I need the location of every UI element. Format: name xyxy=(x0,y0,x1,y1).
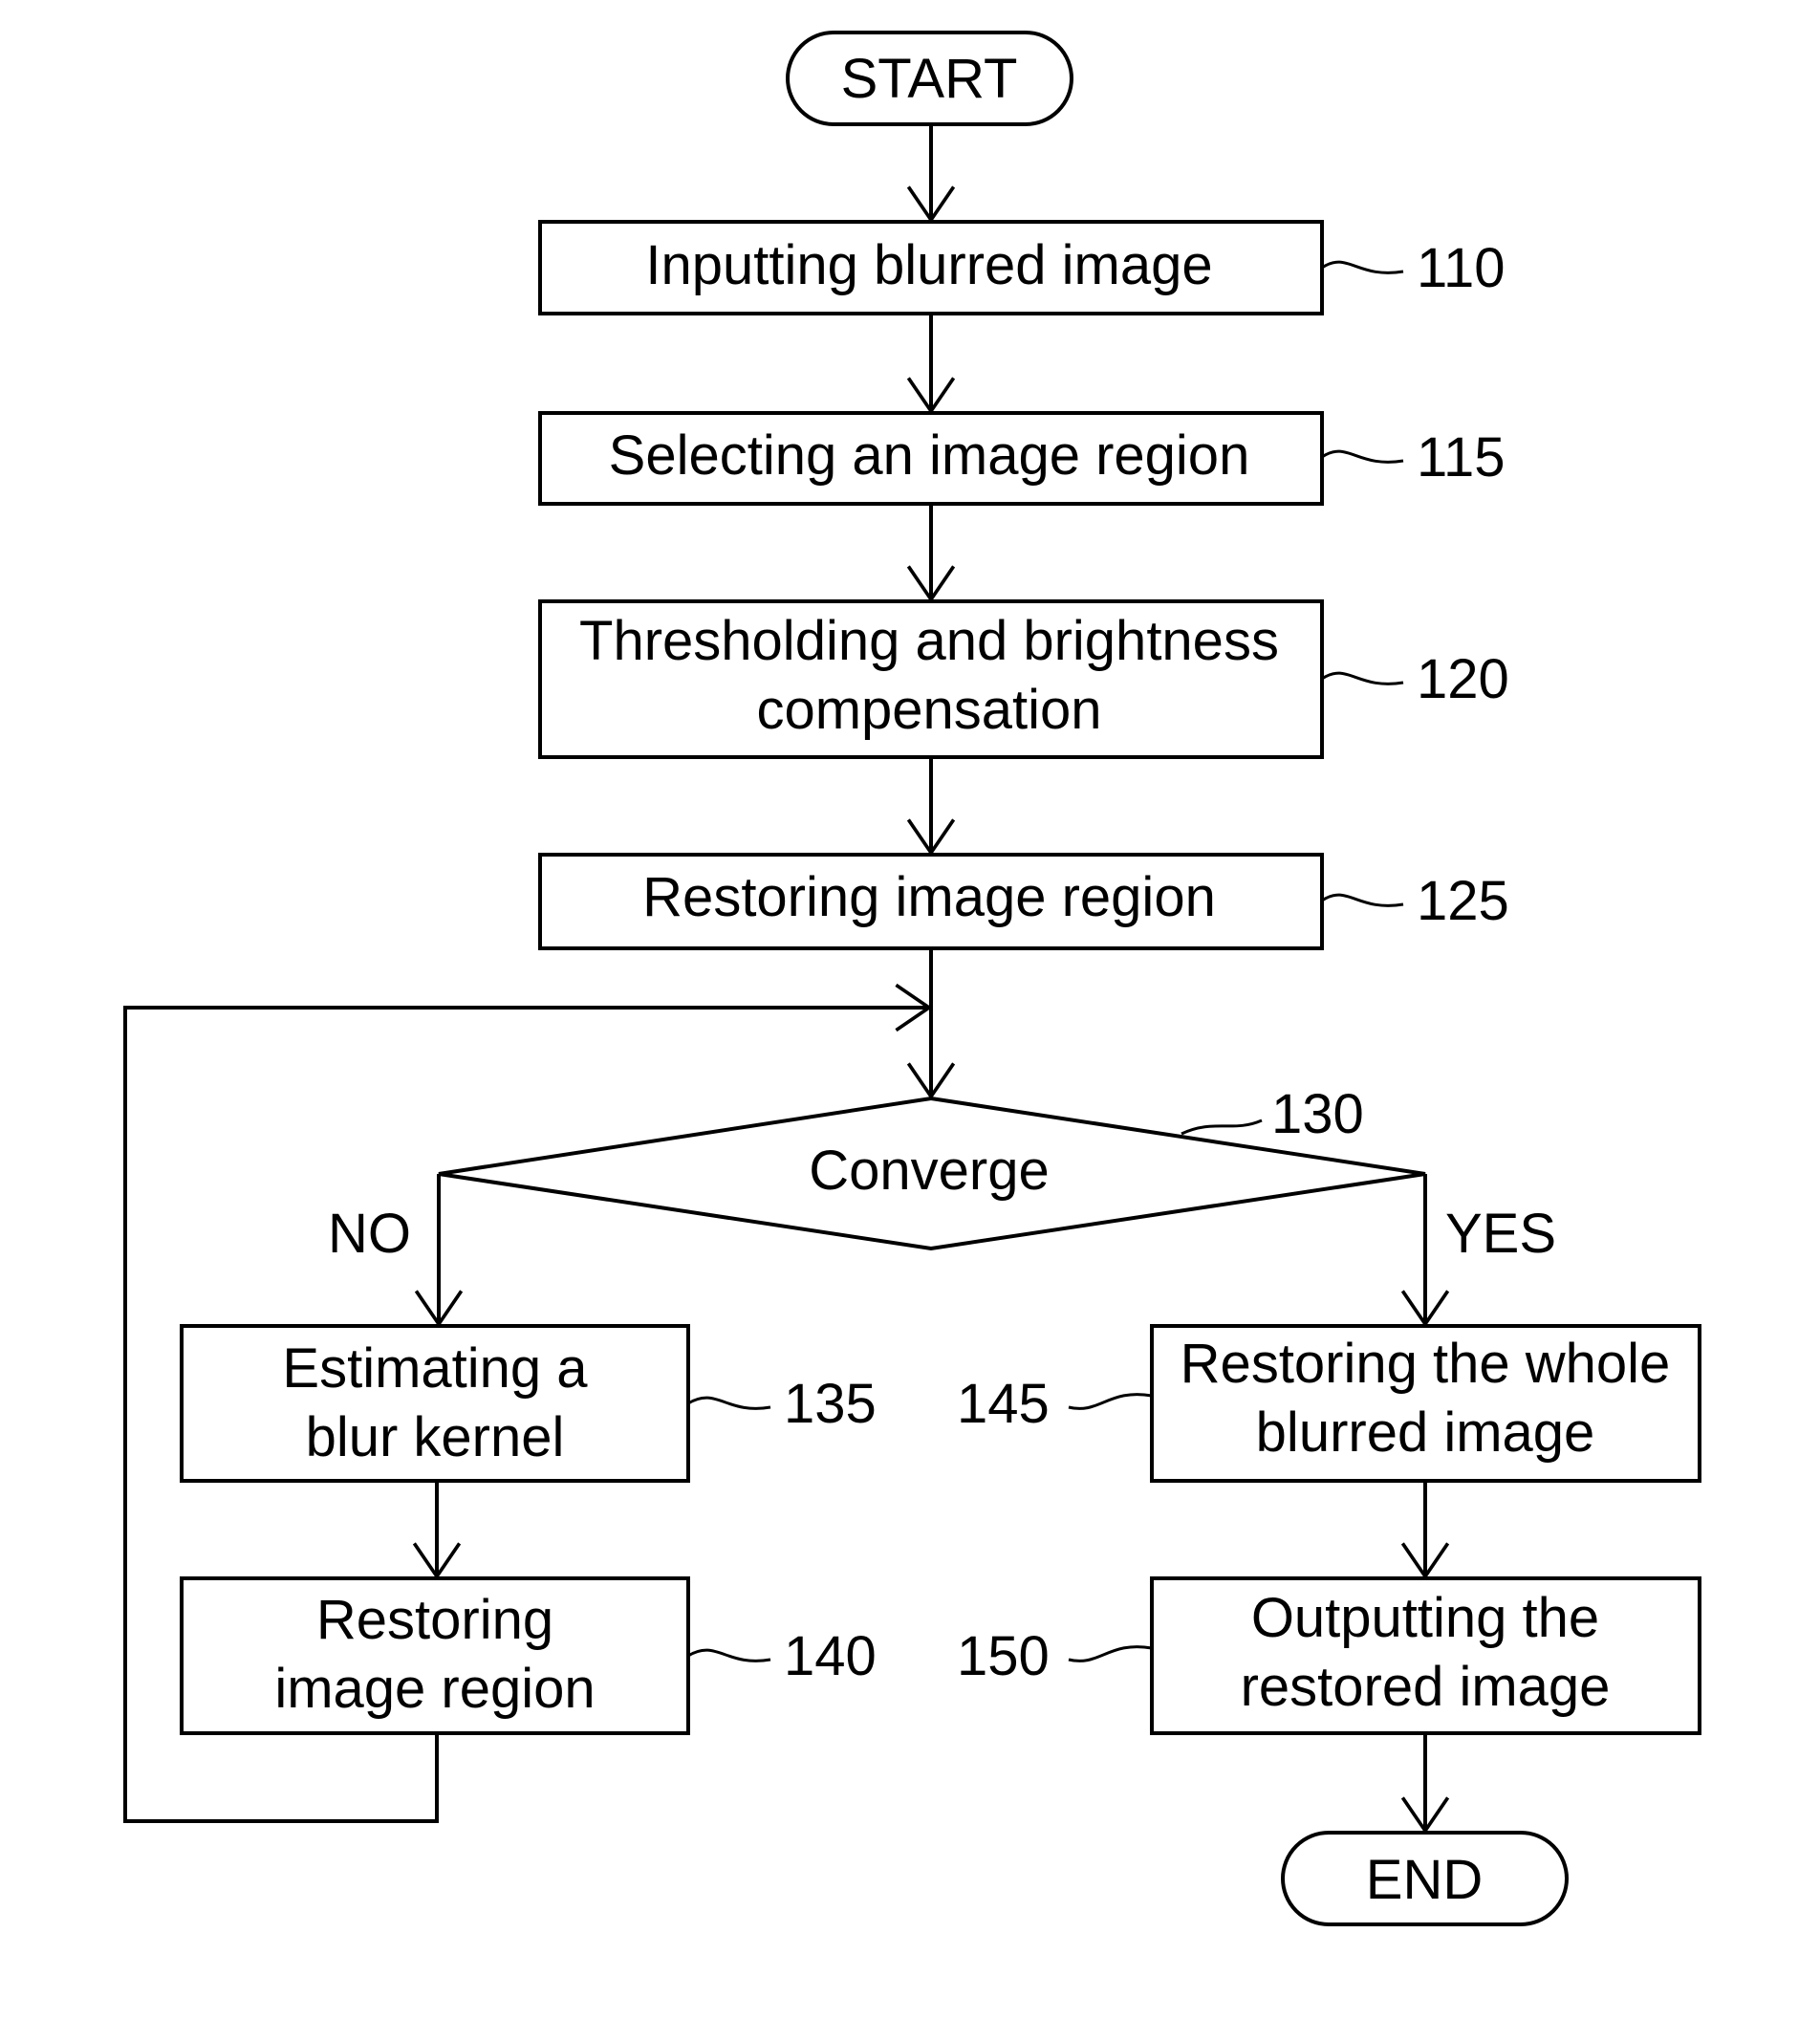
ref-130: 130 xyxy=(1271,1083,1364,1145)
step-140-label-line2: image region xyxy=(274,1658,595,1720)
flowchart: START Inputting blurred image 110 Select… xyxy=(123,31,1701,1926)
step-150-label-line1: Outputting the xyxy=(1251,1587,1599,1649)
step-120: Thresholding and brightness compensation… xyxy=(538,599,1509,759)
leader-line xyxy=(1321,893,1404,907)
step-150: Outputting the restored image 150 xyxy=(957,1576,1701,1735)
step-125: Restoring image region 125 xyxy=(538,853,1509,950)
leader-line xyxy=(687,1396,771,1410)
step-115-label: Selecting an image region xyxy=(609,424,1250,487)
leader-line xyxy=(1321,671,1404,685)
end-terminal: END xyxy=(1281,1831,1569,1926)
end-label: END xyxy=(1366,1849,1483,1911)
start-label: START xyxy=(841,48,1018,110)
step-145-label-line2: blurred image xyxy=(1256,1401,1595,1464)
step-145: Restoring the whole blurred image 145 xyxy=(957,1324,1701,1483)
step-140-label-line1: Restoring xyxy=(316,1589,553,1651)
step-110: Inputting blurred image 110 xyxy=(538,220,1505,315)
step-145-label-line1: Restoring the whole xyxy=(1181,1333,1671,1395)
yes-label: YES xyxy=(1445,1203,1556,1265)
step-135: Estimating a blur kernel 135 xyxy=(180,1324,877,1483)
step-150-label-line2: restored image xyxy=(1241,1656,1611,1718)
ref-110: 110 xyxy=(1417,237,1505,299)
leader-line xyxy=(1181,1119,1263,1136)
ref-140: 140 xyxy=(784,1625,877,1687)
ref-135: 135 xyxy=(784,1373,877,1435)
ref-145: 145 xyxy=(957,1373,1050,1435)
leader-line xyxy=(1321,260,1404,274)
ref-150: 150 xyxy=(957,1625,1050,1687)
step-120-label-line2: compensation xyxy=(756,679,1101,741)
step-135-label-line2: blur kernel xyxy=(306,1406,565,1468)
step-110-label: Inputting blurred image xyxy=(645,234,1212,296)
leader-line xyxy=(1068,1645,1153,1662)
decision-130: Converge 130 NO YES xyxy=(328,1083,1556,1265)
ref-125: 125 xyxy=(1417,870,1509,932)
step-135-label-line1: Estimating a xyxy=(282,1337,588,1400)
leader-line xyxy=(687,1648,771,1662)
ref-120: 120 xyxy=(1417,648,1509,710)
ref-115: 115 xyxy=(1417,426,1505,489)
step-120-label-line1: Thresholding and brightness xyxy=(579,610,1279,672)
step-140: Restoring image region 140 xyxy=(180,1576,877,1735)
leader-line xyxy=(1321,449,1404,464)
no-label: NO xyxy=(328,1203,411,1265)
step-115: Selecting an image region 115 xyxy=(538,411,1505,506)
decision-label: Converge xyxy=(809,1140,1049,1202)
step-125-label: Restoring image region xyxy=(642,866,1216,928)
start-terminal: START xyxy=(786,31,1073,126)
leader-line xyxy=(1068,1393,1153,1410)
